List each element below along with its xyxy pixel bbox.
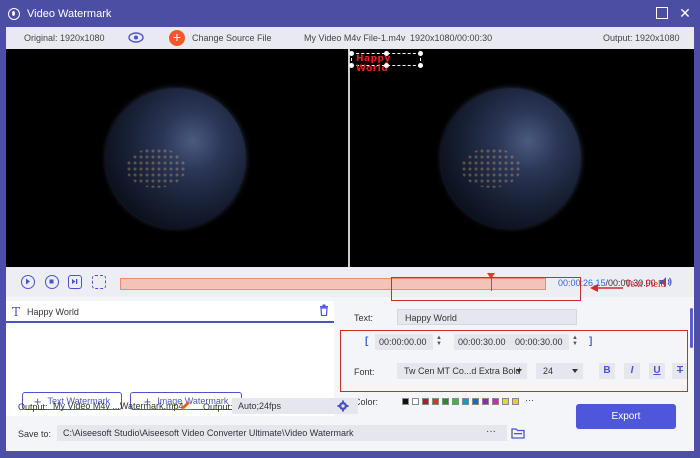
earth-image-output — [441, 88, 581, 228]
output-filename: My Video M4v ...Watermark.mp4 — [53, 401, 184, 411]
resize-handle[interactable] — [418, 51, 423, 56]
color-swatch[interactable] — [472, 398, 479, 405]
file-name: My Video M4v File-1.m4v — [304, 33, 406, 43]
text-field-callout: Text Field — [625, 279, 666, 290]
font-settings-highlight — [340, 330, 688, 392]
text-type-icon: T — [12, 305, 21, 319]
clip-icon[interactable] — [92, 275, 106, 289]
color-swatch[interactable] — [482, 398, 489, 405]
preview-divider — [348, 49, 350, 267]
play-icon[interactable] — [21, 275, 35, 289]
callout-arrow-icon — [590, 284, 623, 292]
text-field-highlight — [391, 277, 581, 301]
change-source-button[interactable]: Change Source File — [192, 33, 272, 43]
text-label: Text: — [354, 313, 374, 323]
color-swatch[interactable] — [422, 398, 429, 405]
color-swatch[interactable] — [412, 398, 419, 405]
gear-icon[interactable] — [337, 400, 349, 412]
close-icon[interactable]: ✕ — [679, 6, 691, 20]
save-path-field[interactable]: C:\Aiseesoft Studio\Aiseesoft Video Conv… — [57, 425, 507, 441]
export-button[interactable]: Export — [576, 404, 676, 429]
watermark-overlay[interactable]: Happy World — [349, 51, 423, 74]
color-swatch[interactable] — [402, 398, 409, 405]
save-to-label: Save to: — [18, 429, 52, 439]
stop-icon[interactable] — [45, 275, 59, 289]
earth-image-original — [106, 88, 246, 228]
maximize-icon[interactable] — [656, 7, 668, 19]
color-swatch[interactable] — [512, 398, 519, 405]
resize-handle[interactable] — [384, 51, 389, 56]
color-swatch[interactable] — [502, 398, 509, 405]
resize-handle[interactable] — [384, 63, 389, 68]
resize-handle[interactable] — [349, 51, 354, 56]
text-input[interactable]: Happy World — [397, 309, 577, 325]
window-title: Video Watermark — [27, 7, 112, 20]
eye-icon[interactable] — [128, 32, 144, 43]
output-label: Output: — [18, 402, 48, 412]
color-swatch[interactable] — [432, 398, 439, 405]
browse-button[interactable]: ··· — [478, 425, 504, 441]
video-preview: Happy World — [6, 49, 694, 267]
original-resolution: Original: 1920x1080 — [24, 33, 105, 43]
color-swatch[interactable] — [462, 398, 469, 405]
resize-handle[interactable] — [418, 63, 423, 68]
list-item-label: Happy World — [27, 307, 79, 317]
title-bar: Video Watermark ✕ — [0, 0, 700, 27]
folder-icon[interactable] — [511, 427, 525, 439]
resize-handle[interactable] — [349, 63, 354, 68]
app-logo-icon — [8, 7, 20, 20]
edit-icon[interactable] — [181, 400, 191, 410]
trash-icon[interactable] — [319, 304, 329, 316]
info-bar: Original: 1920x1080 + Change Source File… — [6, 27, 694, 49]
next-frame-icon[interactable] — [68, 275, 82, 289]
color-swatch[interactable] — [452, 398, 459, 405]
output-format-label: Output: — [203, 402, 233, 412]
file-resolution-duration: 1920x1080/00:00:30 — [410, 33, 493, 43]
properties-scrollbar[interactable] — [690, 308, 693, 348]
add-source-icon[interactable]: + — [169, 30, 185, 46]
color-swatch[interactable] — [442, 398, 449, 405]
color-swatch[interactable] — [492, 398, 499, 405]
list-item[interactable]: T Happy World — [6, 301, 334, 323]
more-colors-button[interactable]: ··· — [525, 395, 534, 405]
output-resolution: Output: 1920x1080 — [603, 33, 680, 43]
